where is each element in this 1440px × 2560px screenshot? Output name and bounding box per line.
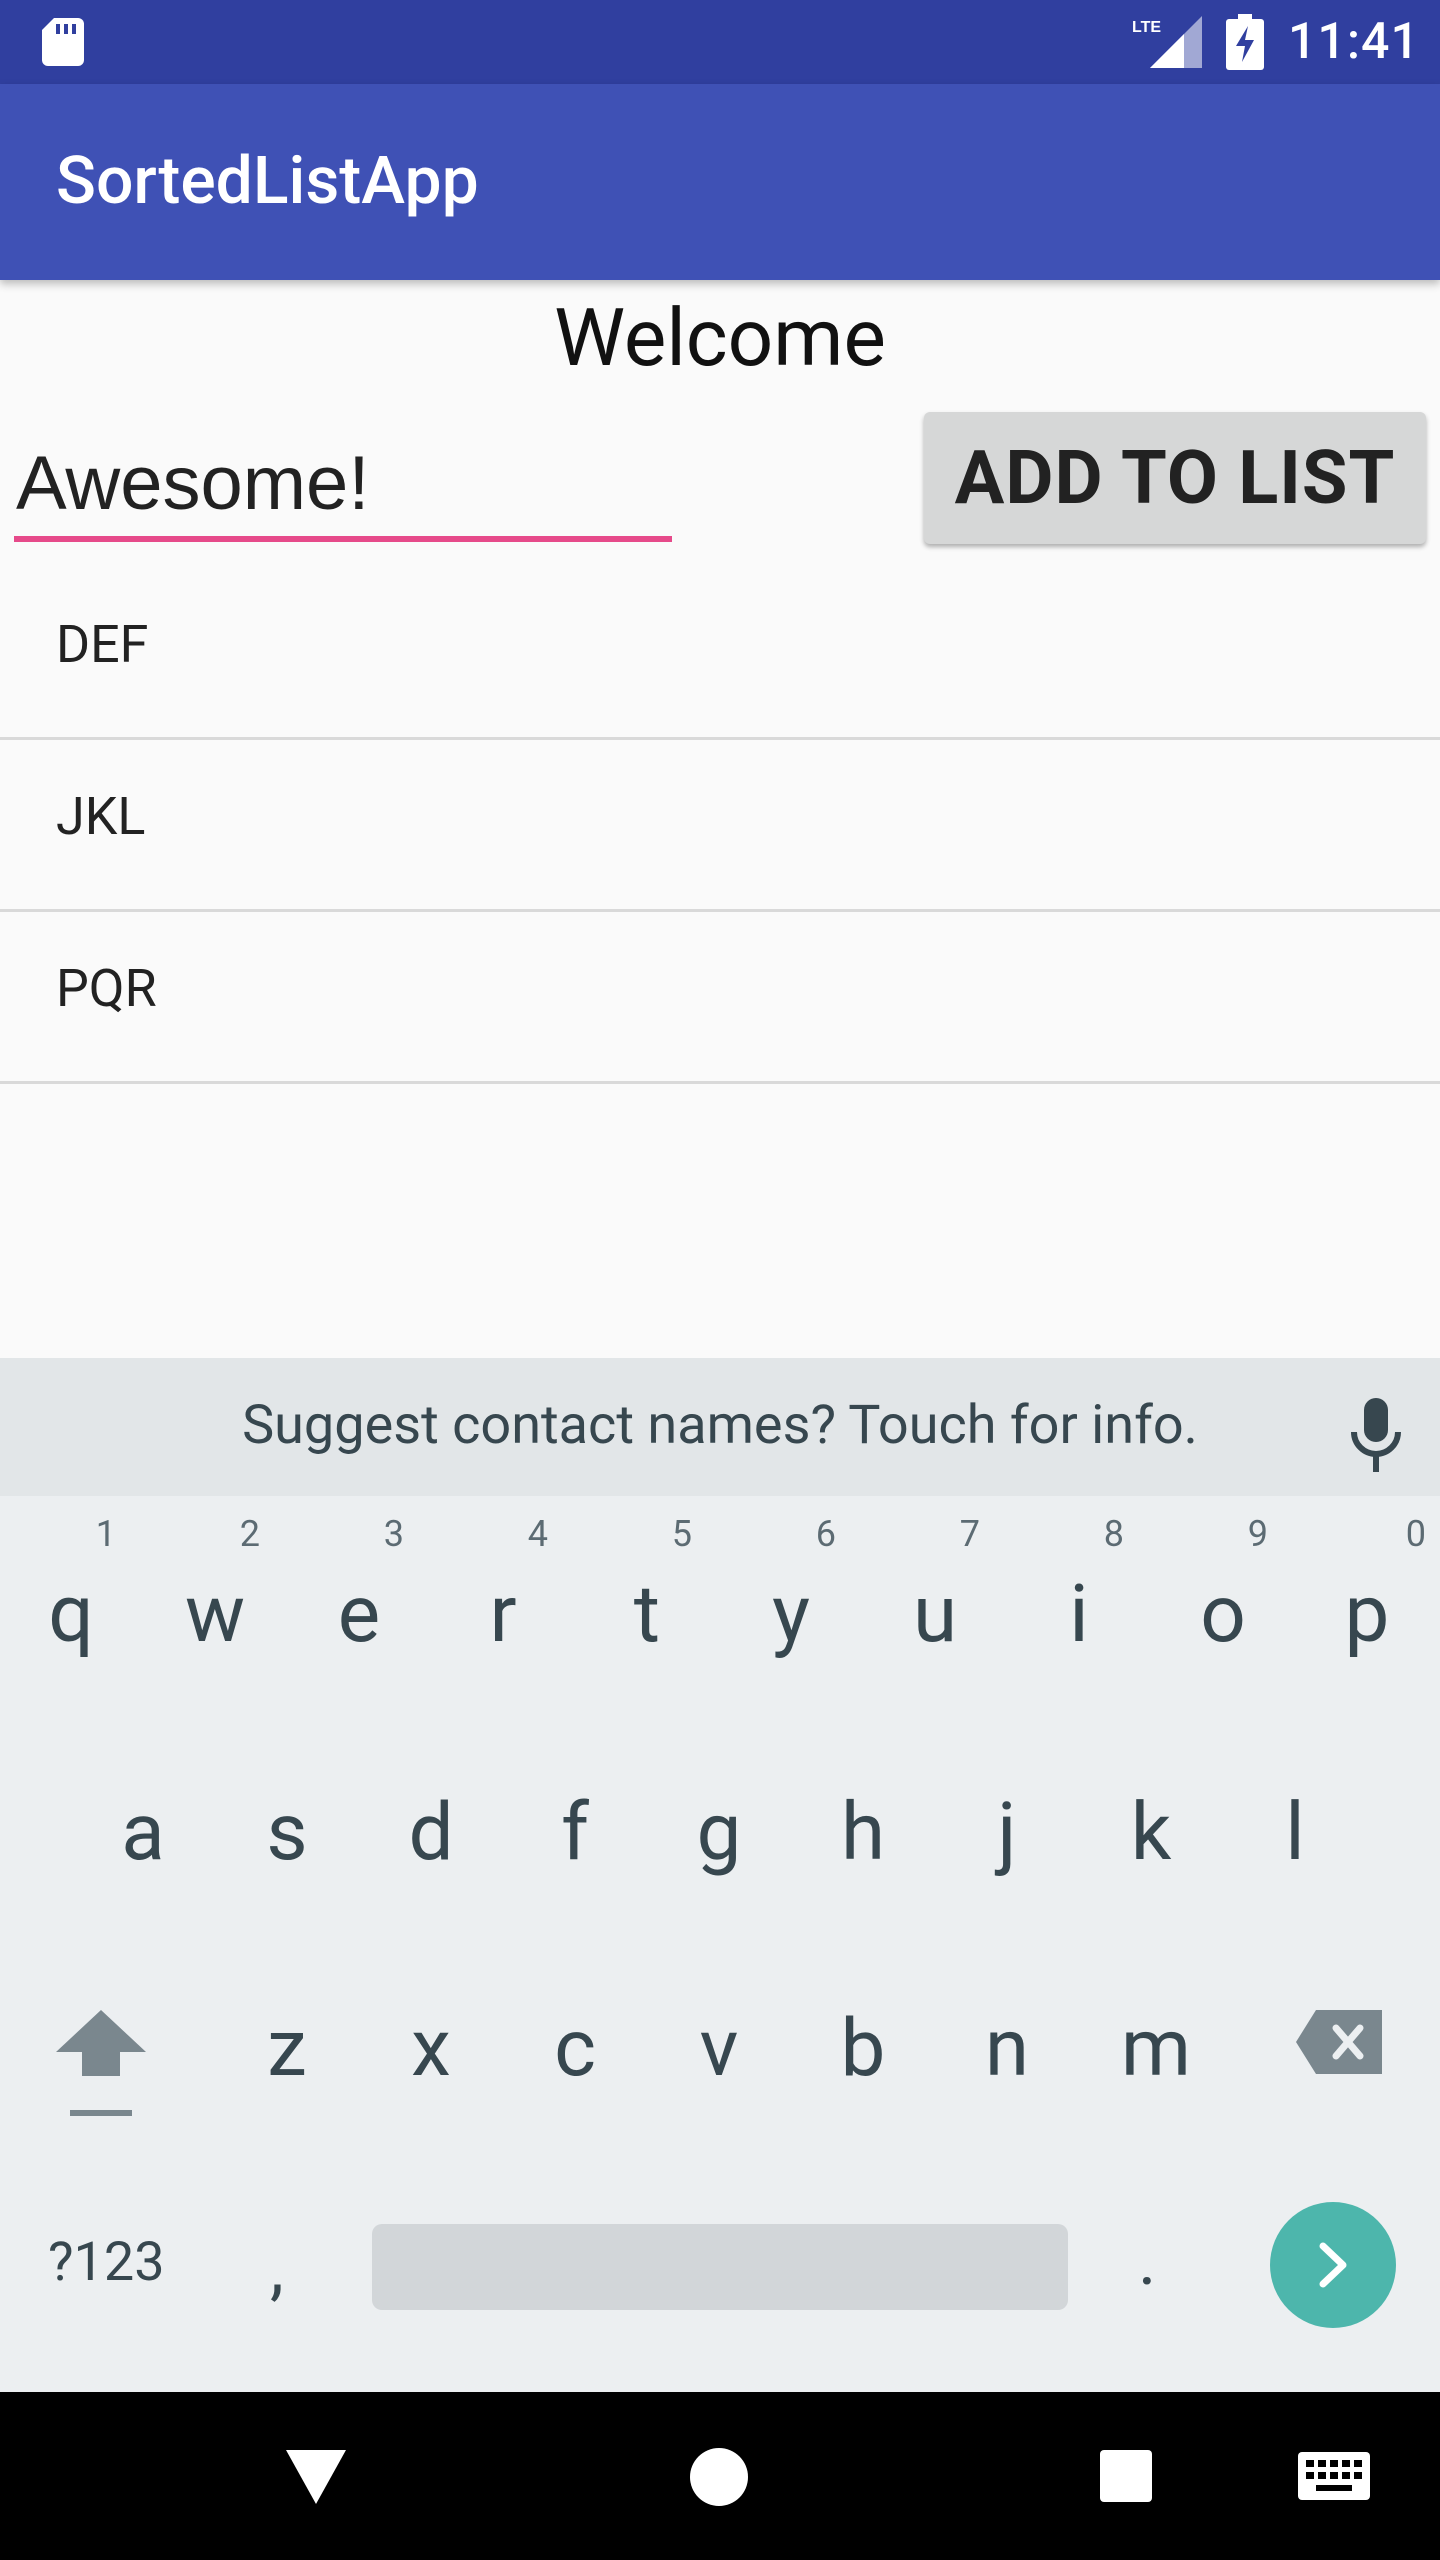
key-label: u [912, 1567, 958, 1661]
list-item-label: DEF [56, 614, 149, 675]
key-l[interactable]: l [1250, 1782, 1340, 1882]
key-d[interactable]: d [386, 1782, 476, 1882]
add-to-list-button[interactable]: ADD TO LIST [924, 412, 1426, 544]
key-label: t [633, 1567, 661, 1661]
battery-charging-icon [1226, 14, 1264, 70]
key-o[interactable]: o9 [1178, 1514, 1268, 1664]
backspace-icon [1296, 2010, 1382, 2074]
key-label: r [489, 1567, 517, 1661]
key-x[interactable]: x [386, 1998, 476, 2098]
key-label: w [184, 1567, 246, 1661]
key-h[interactable]: h [818, 1782, 908, 1882]
key-e[interactable]: e3 [314, 1514, 404, 1664]
microphone-icon[interactable] [1346, 1398, 1406, 1474]
key-p[interactable]: p0 [1322, 1514, 1426, 1664]
key-label: o [1200, 1567, 1246, 1661]
welcome-heading: Welcome [554, 291, 886, 385]
space-bar[interactable] [372, 2224, 1068, 2310]
key-z[interactable]: z [242, 1998, 332, 2098]
key-hint: 6 [815, 1513, 836, 1555]
key-k[interactable]: k [1106, 1782, 1196, 1882]
list-item-label: JKL [56, 786, 146, 847]
key-a[interactable]: a [98, 1782, 188, 1882]
app-title: SortedListApp [56, 143, 479, 220]
key-hint: 2 [239, 1513, 260, 1555]
key-w[interactable]: w2 [170, 1514, 260, 1664]
key-hint: 5 [671, 1513, 692, 1555]
sd-card-icon [42, 18, 84, 66]
list-item[interactable]: PQR [0, 912, 1440, 1084]
soft-keyboard: Suggest contact names? Touch for info. q… [0, 1358, 1440, 2392]
lte-signal-icon: LTE [1132, 16, 1202, 68]
key-r[interactable]: r4 [458, 1514, 548, 1664]
chevron-right-icon [1319, 2242, 1347, 2288]
key-label: p [1344, 1567, 1390, 1661]
sorted-list: DEF JKL PQR [0, 568, 1440, 1084]
key-i[interactable]: i8 [1034, 1514, 1124, 1664]
list-item-label: PQR [56, 958, 157, 1019]
key-q[interactable]: q1 [26, 1514, 116, 1664]
key-g[interactable]: g [674, 1782, 764, 1882]
list-item[interactable]: DEF [0, 568, 1440, 740]
key-label: y [772, 1567, 810, 1661]
symbols-key[interactable]: ?123 [48, 2231, 165, 2294]
backspace-key[interactable] [1296, 2010, 1382, 2078]
key-b[interactable]: b [818, 1998, 908, 2098]
key-hint: 9 [1247, 1513, 1268, 1555]
key-t[interactable]: t5 [602, 1514, 692, 1664]
list-item[interactable]: JKL [0, 740, 1440, 912]
key-n[interactable]: n [962, 1998, 1052, 2098]
keyboard-icon[interactable] [1298, 2452, 1370, 2500]
key-hint: 3 [383, 1513, 404, 1555]
key-v[interactable]: v [674, 1998, 764, 2098]
status-bar: LTE 11:41 [0, 0, 1440, 84]
status-time: 11:41 [1288, 13, 1420, 71]
key-hint: 1 [95, 1513, 116, 1555]
item-input[interactable] [14, 430, 672, 542]
shift-icon [56, 2010, 146, 2116]
back-icon[interactable] [286, 2450, 346, 2506]
navigation-bar [0, 2392, 1440, 2560]
key-f[interactable]: f [530, 1782, 620, 1882]
home-icon[interactable] [690, 2448, 748, 2506]
key-s[interactable]: s [242, 1782, 332, 1882]
period-key[interactable]: . [1138, 2220, 1156, 2302]
key-label: e [337, 1567, 381, 1661]
comma-key[interactable]: , [270, 2228, 284, 2310]
enter-key[interactable] [1270, 2202, 1396, 2328]
suggestion-strip[interactable]: Suggest contact names? Touch for info. [0, 1358, 1440, 1496]
key-u[interactable]: u7 [890, 1514, 980, 1664]
key-hint: 4 [527, 1513, 548, 1555]
key-c[interactable]: c [530, 1998, 620, 2098]
svg-text:LTE: LTE [1132, 19, 1161, 36]
key-hint: 0 [1405, 1513, 1426, 1555]
recents-icon[interactable] [1100, 2450, 1152, 2502]
shift-key[interactable] [56, 2010, 146, 2124]
key-m[interactable]: m [1106, 1998, 1206, 2098]
suggestion-text[interactable]: Suggest contact names? Touch for info. [0, 1394, 1440, 1457]
app-bar: SortedListApp [0, 84, 1440, 280]
key-j[interactable]: j [962, 1782, 1052, 1882]
key-y[interactable]: y6 [746, 1514, 836, 1664]
key-label: i [1069, 1567, 1089, 1661]
key-hint: 7 [959, 1513, 980, 1555]
key-hint: 8 [1103, 1513, 1124, 1555]
key-label: q [48, 1567, 94, 1661]
